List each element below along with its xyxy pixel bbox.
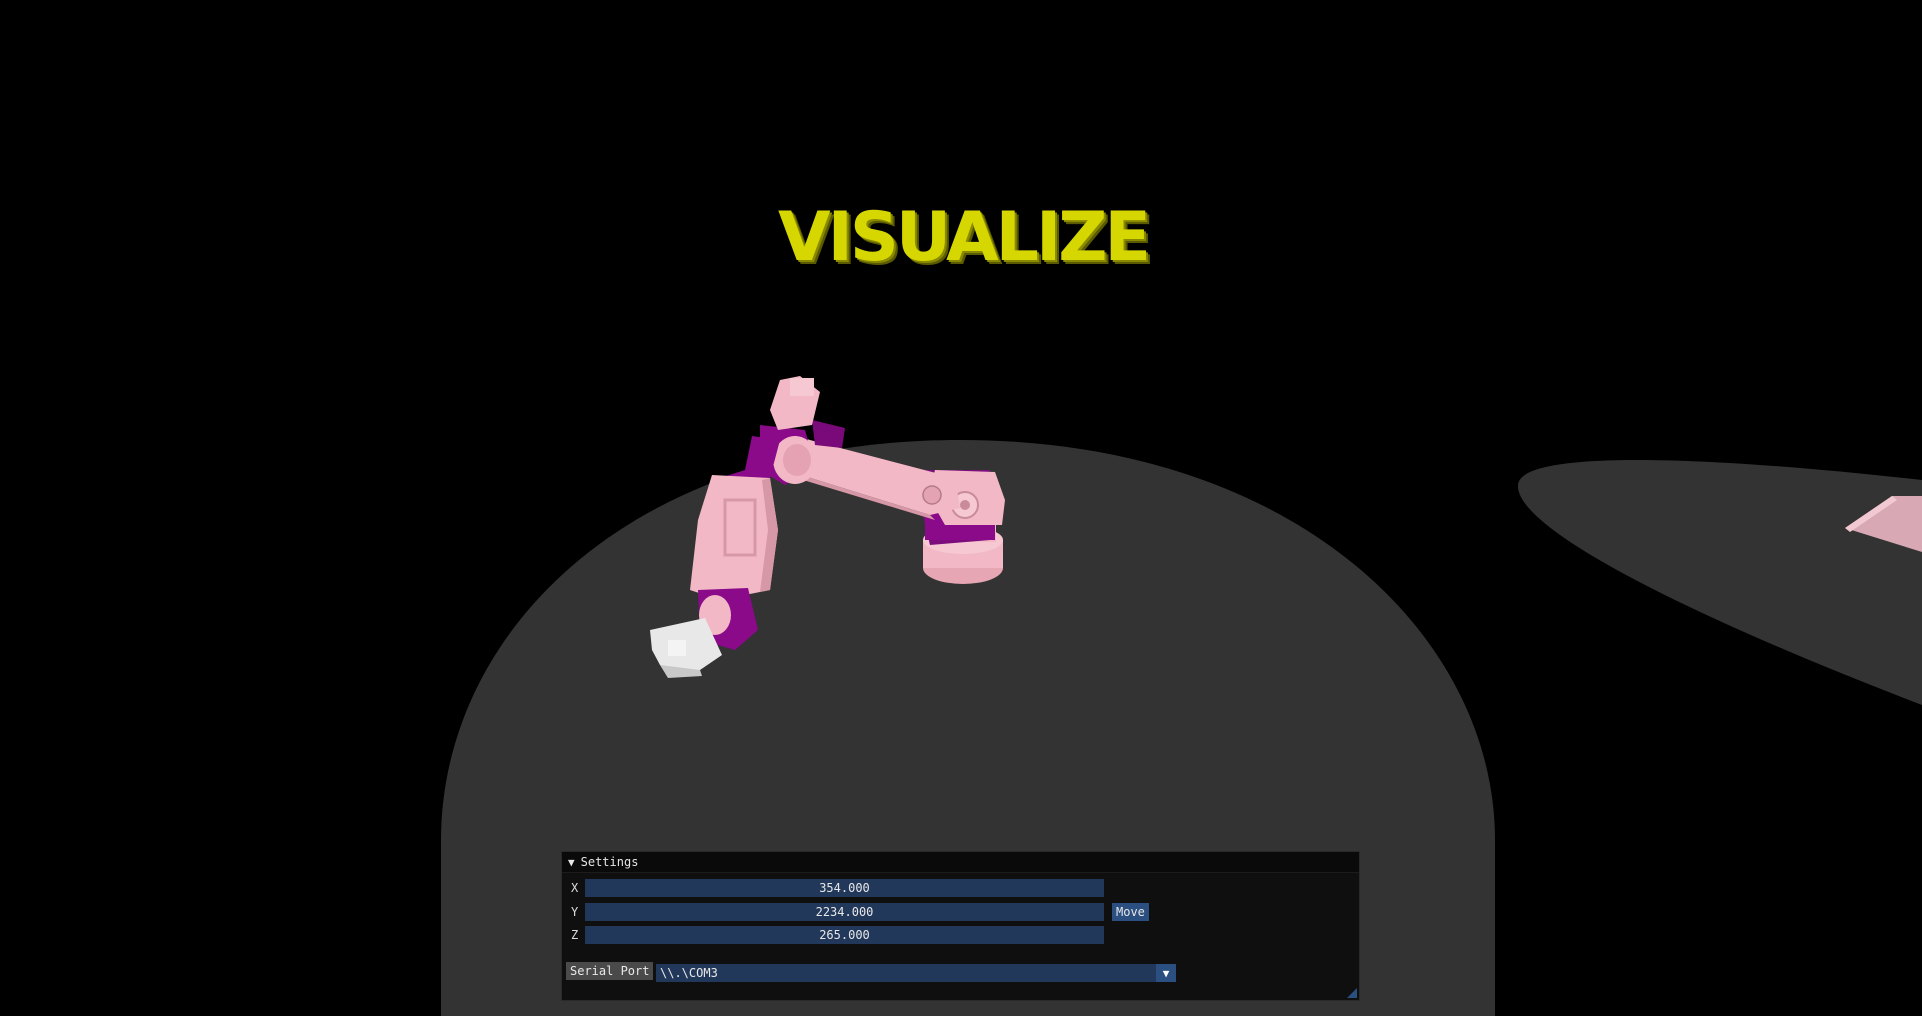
chevron-down-icon[interactable]: ▼ xyxy=(1156,964,1176,982)
x-label: X xyxy=(571,881,579,895)
settings-panel[interactable]: ▼ Settings X 354.000 Y 2234.000 Z 265.00… xyxy=(561,851,1360,1001)
z-label: Z xyxy=(571,928,579,942)
settings-header[interactable]: ▼ Settings xyxy=(562,852,1359,873)
serial-port-select[interactable]: \\.\COM3 ▼ xyxy=(656,964,1176,982)
resize-grip[interactable] xyxy=(1347,988,1357,998)
serial-port-value: \\.\COM3 xyxy=(660,966,718,980)
x-row: X 354.000 xyxy=(562,878,1104,898)
z-input[interactable]: 265.000 xyxy=(585,926,1104,944)
move-button[interactable]: Move xyxy=(1112,903,1149,921)
y-row: Y 2234.000 xyxy=(562,902,1104,922)
y-label: Y xyxy=(571,905,579,919)
settings-title: Settings xyxy=(580,855,639,869)
triangle-down-icon[interactable]: ▼ xyxy=(568,856,575,869)
y-input[interactable]: 2234.000 xyxy=(585,903,1104,921)
serial-port-button[interactable]: Serial Port xyxy=(566,962,654,980)
z-row: Z 265.000 xyxy=(562,925,1104,945)
visualize-title: VISUALIZE xyxy=(777,198,1151,277)
x-input[interactable]: 354.000 xyxy=(585,879,1104,897)
